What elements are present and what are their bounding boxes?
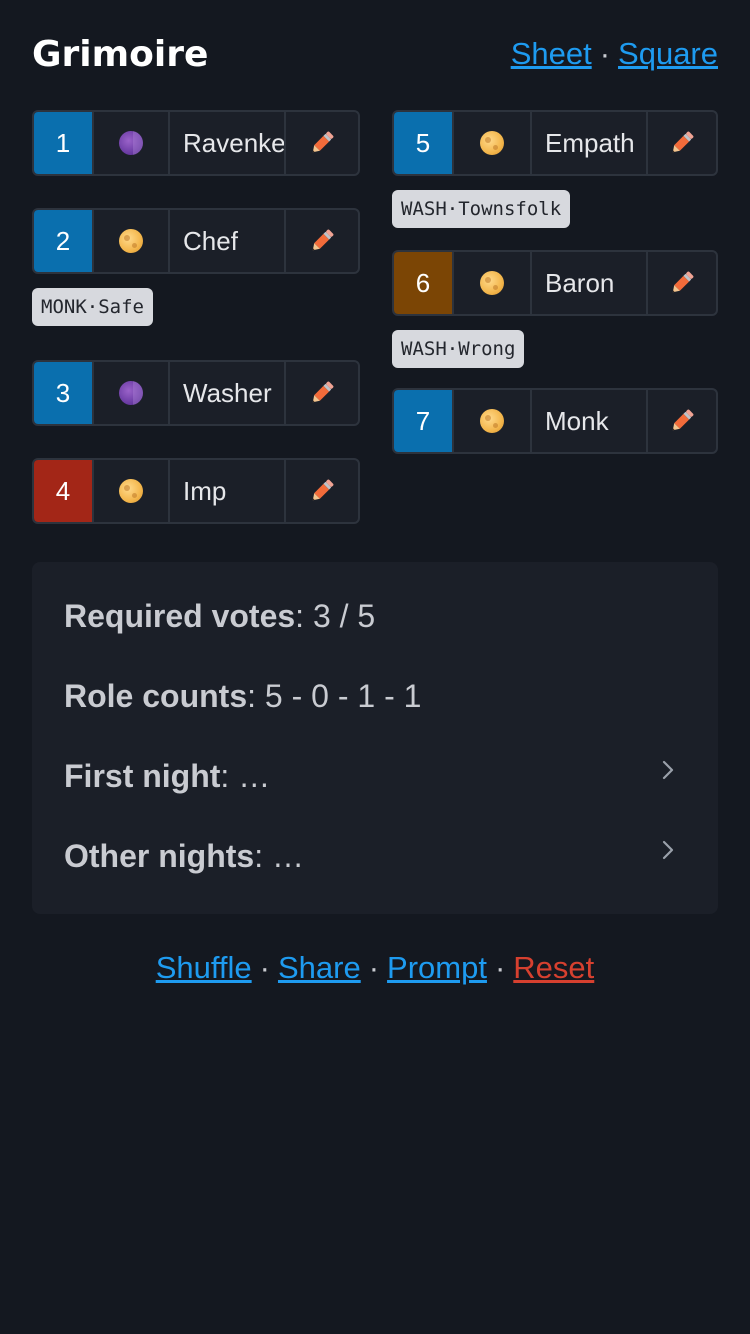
- link-separator: ·: [368, 950, 380, 985]
- prompt-link[interactable]: Prompt: [387, 950, 487, 985]
- player-role-name: Imp: [168, 460, 284, 522]
- header-links: Sheet · Square: [511, 36, 718, 72]
- player-row: 7 Monk: [392, 388, 718, 454]
- reminder-token[interactable]: WASH·Townsfolk: [392, 190, 571, 228]
- moon-toggle[interactable]: [452, 252, 530, 314]
- page-title: Grimoire: [32, 34, 209, 75]
- player-row: 4 Imp: [32, 458, 360, 524]
- role-counts-value: : 5 - 0 - 1 - 1: [247, 678, 422, 714]
- players-right-column: 5 Empath WASH·Townsfolk 6 Baron WASH·Wro…: [392, 110, 718, 454]
- moon-toggle[interactable]: [92, 460, 168, 522]
- player-row: 1 Ravenkeeper: [32, 110, 360, 176]
- edit-button[interactable]: [284, 460, 358, 522]
- player-number: 1: [34, 112, 92, 174]
- player-number: 2: [34, 210, 92, 272]
- moon-toggle[interactable]: [452, 390, 530, 452]
- square-link[interactable]: Square: [618, 36, 718, 71]
- sheet-link[interactable]: Sheet: [511, 36, 592, 71]
- edit-button[interactable]: [284, 112, 358, 174]
- edit-button[interactable]: [646, 112, 716, 174]
- required-votes-value: : 3 / 5: [295, 598, 376, 634]
- full-moon-icon: [119, 229, 143, 253]
- pencil-icon: [672, 131, 694, 153]
- player-role-name: Washer: [168, 362, 284, 424]
- other-nights-value: : …: [254, 838, 304, 874]
- player-row: 2 Chef: [32, 208, 360, 274]
- edit-button[interactable]: [284, 210, 358, 272]
- player-role-name: Empath: [530, 112, 646, 174]
- first-night-label: First night: [64, 758, 221, 794]
- moon-toggle[interactable]: [452, 112, 530, 174]
- full-moon-icon: [480, 131, 504, 155]
- pencil-icon: [312, 381, 334, 403]
- reminder-token[interactable]: WASH·Wrong: [392, 330, 525, 368]
- player-row: 6 Baron: [392, 250, 718, 316]
- link-separator: ·: [599, 36, 611, 71]
- pencil-icon: [672, 271, 694, 293]
- new-moon-icon: [119, 381, 143, 405]
- first-night-row[interactable]: First night: …: [64, 758, 686, 798]
- required-votes-label: Required votes: [64, 598, 296, 634]
- full-moon-icon: [119, 479, 143, 503]
- player-number: 5: [394, 112, 452, 174]
- header: Grimoire Sheet · Square: [32, 30, 718, 84]
- player-number: 7: [394, 390, 452, 452]
- players-left-column: 1 Ravenkeeper 2 Chef MONK·Safe 3 Washer: [32, 110, 360, 524]
- role-counts-label: Role counts: [64, 678, 248, 714]
- player-number: 6: [394, 252, 452, 314]
- footer-actions: Shuffle · Share · Prompt · Reset: [0, 950, 750, 986]
- other-nights-label: Other nights: [64, 838, 255, 874]
- edit-button[interactable]: [646, 390, 716, 452]
- share-link[interactable]: Share: [278, 950, 361, 985]
- edit-button[interactable]: [284, 362, 358, 424]
- shuffle-link[interactable]: Shuffle: [156, 950, 252, 985]
- role-counts-row: Role counts: 5 - 0 - 1 - 1: [64, 678, 686, 718]
- player-number: 4: [34, 460, 92, 522]
- grimoire-page: Grimoire Sheet·Square 1 Ravenkeeper 2 Ch…: [0, 0, 750, 1334]
- edit-button[interactable]: [646, 252, 716, 314]
- new-moon-icon: [119, 131, 143, 155]
- pencil-icon: [312, 131, 334, 153]
- player-role-name: Monk: [530, 390, 646, 452]
- link-separator: ·: [494, 950, 506, 985]
- pencil-icon: [312, 229, 334, 251]
- other-nights-row[interactable]: Other nights: …: [64, 838, 686, 878]
- required-votes-row: Required votes: 3 / 5: [64, 598, 686, 638]
- player-number: 3: [34, 362, 92, 424]
- pencil-icon: [312, 479, 334, 501]
- full-moon-icon: [480, 271, 504, 295]
- chevron-right-icon[interactable]: [656, 838, 680, 862]
- full-moon-icon: [480, 409, 504, 433]
- link-separator: ·: [259, 950, 270, 985]
- reminder-token[interactable]: MONK·Safe: [32, 288, 153, 326]
- reset-link[interactable]: Reset: [513, 950, 594, 985]
- moon-toggle[interactable]: [92, 210, 168, 272]
- player-role-name: Baron: [530, 252, 646, 314]
- pencil-icon: [672, 409, 694, 431]
- player-row: 5 Empath: [392, 110, 718, 176]
- moon-toggle[interactable]: [92, 112, 168, 174]
- chevron-right-icon[interactable]: [656, 758, 680, 782]
- game-info-panel: Required votes: 3 / 5 Role counts: 5 - 0…: [32, 562, 718, 914]
- player-row: 3 Washer: [32, 360, 360, 426]
- first-night-value: : …: [220, 758, 271, 794]
- player-role-name: Ravenkeeper: [168, 112, 284, 174]
- player-role-name: Chef: [168, 210, 284, 272]
- moon-toggle[interactable]: [92, 362, 168, 424]
